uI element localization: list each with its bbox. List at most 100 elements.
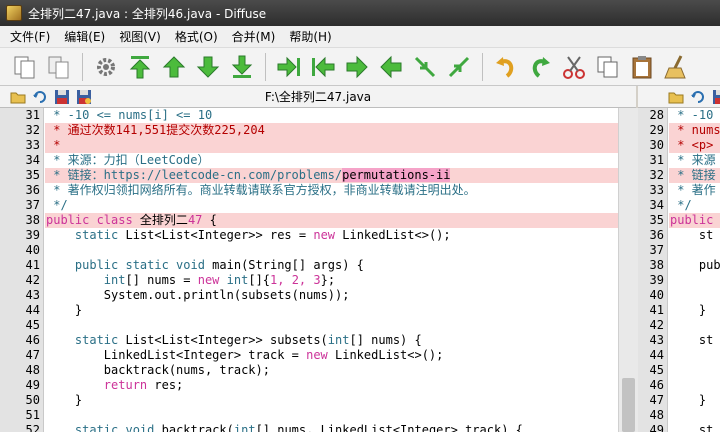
code-line[interactable]: 41 public static void main(String[] args… bbox=[0, 258, 618, 273]
code-line[interactable]: 31 * -10 <= nums[i] <= 10 bbox=[0, 108, 618, 123]
gear-icon bbox=[97, 57, 115, 76]
first-difference-button[interactable] bbox=[125, 52, 155, 82]
open-file-icon[interactable] bbox=[10, 89, 26, 105]
undo-button[interactable] bbox=[491, 52, 521, 82]
menu-format[interactable]: 格式(O) bbox=[175, 28, 218, 45]
save-as-icon[interactable] bbox=[76, 89, 92, 105]
code-line[interactable]: 45 bbox=[0, 318, 618, 333]
code-line[interactable]: 39 bbox=[638, 273, 720, 288]
code-line[interactable]: 47 } bbox=[638, 393, 720, 408]
code-line[interactable]: 50 } bbox=[0, 393, 618, 408]
code-line[interactable]: 44 bbox=[638, 348, 720, 363]
code-token: * bbox=[46, 138, 61, 152]
code-line[interactable]: 28 * -10 bbox=[638, 108, 720, 123]
code-token: * 通过次数141,551提交次数225,204 bbox=[46, 123, 265, 137]
line-code: System.out.println(subsets(nums)); bbox=[46, 288, 350, 303]
line-number: 47 bbox=[25, 348, 40, 362]
shift-right-button[interactable] bbox=[342, 52, 372, 82]
left-code-pane[interactable]: 31 * -10 <= nums[i] <= 10 32 * 通过次数141,55… bbox=[0, 108, 618, 432]
copy-left-to-right-button[interactable] bbox=[274, 52, 304, 82]
code-line[interactable]: 37 */ bbox=[0, 198, 618, 213]
code-line[interactable]: 49 return res; bbox=[0, 378, 618, 393]
merge-up-button[interactable] bbox=[444, 52, 474, 82]
code-line[interactable]: 37 bbox=[638, 243, 720, 258]
code-line[interactable]: 48 bbox=[638, 408, 720, 423]
copy-button[interactable] bbox=[593, 52, 623, 82]
code-line[interactable]: 52 static void backtrack(int[] nums, Lin… bbox=[0, 423, 618, 432]
paste-button[interactable] bbox=[627, 52, 657, 82]
cut-button[interactable] bbox=[559, 52, 589, 82]
code-line[interactable]: 36 st bbox=[638, 228, 720, 243]
open-file-icon[interactable] bbox=[668, 89, 684, 105]
save-icon[interactable] bbox=[54, 89, 70, 105]
new-3way-button[interactable] bbox=[44, 52, 74, 82]
code-line[interactable]: 40 bbox=[0, 243, 618, 258]
code-line[interactable]: 34 * 来源：力扣（LeetCode） bbox=[0, 153, 618, 168]
reload-icon[interactable] bbox=[690, 89, 706, 105]
code-line[interactable]: 29 * nums bbox=[638, 123, 720, 138]
right-code-pane[interactable]: 28 * -10 29 * nums 30 * <p> 31 * 来源 32 * 链接 3… bbox=[638, 108, 720, 432]
code-line[interactable]: 33 * 著作 bbox=[638, 183, 720, 198]
code-line[interactable]: 43 System.out.println(subsets(nums)); bbox=[0, 288, 618, 303]
code-line[interactable]: 32 * 通过次数141,551提交次数225,204 bbox=[0, 123, 618, 138]
menu-view[interactable]: 视图(V) bbox=[119, 28, 161, 45]
code-line[interactable]: 33 * bbox=[0, 138, 618, 153]
code-line[interactable]: 38 public class 全排列二47 { bbox=[0, 213, 618, 228]
vertical-scrollbar[interactable] bbox=[618, 108, 638, 432]
code-line[interactable]: 39 static List<List<Integer>> res = new … bbox=[0, 228, 618, 243]
code-line[interactable]: 43 st bbox=[638, 333, 720, 348]
code-line[interactable]: 32 * 链接 bbox=[638, 168, 720, 183]
menu-file[interactable]: 文件(F) bbox=[10, 28, 50, 45]
redo-button[interactable] bbox=[525, 52, 555, 82]
code-line[interactable]: 35 public bbox=[638, 213, 720, 228]
last-difference-button[interactable] bbox=[227, 52, 257, 82]
menu-edit[interactable]: 编辑(E) bbox=[64, 28, 105, 45]
code-line[interactable]: 49 st bbox=[638, 423, 720, 432]
code-token: 1, 2, 3 bbox=[270, 273, 321, 287]
shift-left-button[interactable] bbox=[376, 52, 406, 82]
code-token: return bbox=[103, 378, 148, 392]
previous-difference-button[interactable] bbox=[159, 52, 189, 82]
code-line[interactable]: 45 bbox=[638, 363, 720, 378]
toolbar-separator bbox=[82, 52, 83, 81]
code-line[interactable]: 44 } bbox=[0, 303, 618, 318]
clear-edits-button[interactable] bbox=[661, 52, 691, 82]
line-number: 28 bbox=[649, 108, 664, 122]
copy-right-to-left-button[interactable] bbox=[308, 52, 338, 82]
code-token: backtrack( bbox=[154, 423, 234, 432]
line-number: 32 bbox=[25, 123, 40, 137]
code-line[interactable]: 46 bbox=[638, 378, 720, 393]
code-line[interactable]: 36 * 著作权归领扣网络所有。商业转载请联系官方授权，非商业转载请注明出处。 bbox=[0, 183, 618, 198]
code-line[interactable]: 46 static List<List<Integer>> subsets(in… bbox=[0, 333, 618, 348]
new-2way-button[interactable] bbox=[10, 52, 40, 82]
code-line[interactable]: 51 bbox=[0, 408, 618, 423]
code-line[interactable]: 48 backtrack(nums, track); bbox=[0, 363, 618, 378]
code-line[interactable]: 41 } bbox=[638, 303, 720, 318]
code-line[interactable]: 30 * <p> bbox=[638, 138, 720, 153]
code-line[interactable]: 42 bbox=[638, 318, 720, 333]
code-line[interactable]: 35 * 链接：https://leetcode-cn.com/problems… bbox=[0, 168, 618, 183]
code-line[interactable]: 38 pub bbox=[638, 258, 720, 273]
merge-down-button[interactable] bbox=[410, 52, 440, 82]
reload-icon[interactable] bbox=[32, 89, 48, 105]
code-line[interactable]: 34 */ bbox=[638, 198, 720, 213]
next-difference-button[interactable] bbox=[193, 52, 223, 82]
line-code: pub bbox=[670, 258, 720, 273]
menu-help[interactable]: 帮助(H) bbox=[289, 28, 331, 45]
scrollbar-thumb[interactable] bbox=[622, 378, 635, 432]
line-number: 42 bbox=[649, 318, 664, 332]
code-line[interactable]: 47 LinkedList<Integer> track = new Linke… bbox=[0, 348, 618, 363]
toolbar bbox=[0, 48, 720, 86]
code-line[interactable]: 42 int[] nums = new int[]{1, 2, 3}; bbox=[0, 273, 618, 288]
code-line[interactable]: 31 * 来源 bbox=[638, 153, 720, 168]
code-token: st bbox=[670, 333, 714, 347]
code-token: */ bbox=[670, 198, 692, 212]
line-code: * -10 <= nums[i] <= 10 bbox=[46, 108, 212, 123]
menu-merge[interactable]: 合并(M) bbox=[232, 28, 276, 45]
code-line[interactable]: 40 bbox=[638, 288, 720, 303]
preferences-button[interactable] bbox=[91, 52, 121, 82]
pages-icon bbox=[14, 56, 35, 78]
save-icon[interactable] bbox=[712, 89, 720, 105]
window-title: 全排列二47.java : 全排列46.java - Diffuse bbox=[28, 6, 267, 21]
line-number: 50 bbox=[25, 393, 40, 407]
